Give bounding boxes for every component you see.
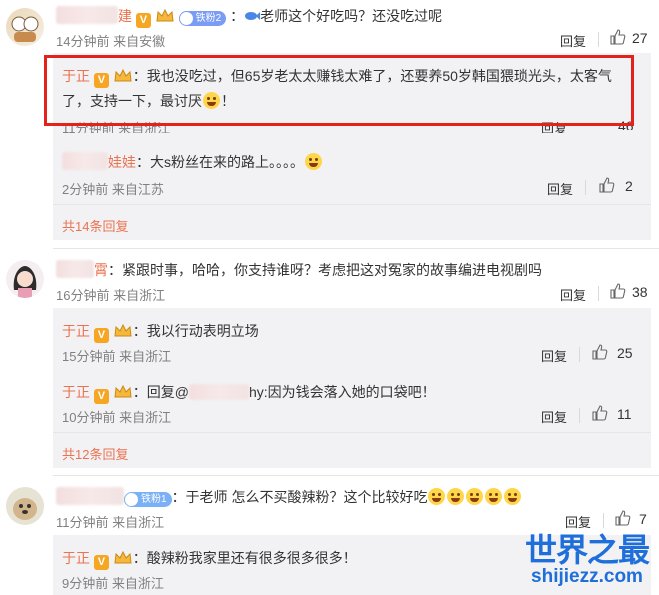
like-count: 11 (617, 406, 632, 422)
highlight-frame (44, 55, 634, 126)
username-blurred[interactable] (56, 487, 124, 505)
avatar-girl (13, 266, 37, 298)
username[interactable]: 建 (118, 8, 132, 24)
username-blurred[interactable] (62, 152, 108, 170)
fish-emoji-icon (244, 9, 261, 21)
username[interactable]: 霄 (94, 262, 108, 278)
avatar[interactable] (6, 260, 44, 298)
fan-level-badge: 铁粉2 (178, 11, 227, 26)
crown-badge-icon (113, 550, 133, 566)
reply-text-prefix: ：回复@ (132, 384, 189, 400)
reply-text: hy:因为钱会落入她的口袋吧！ (249, 384, 436, 400)
cry-emoji-icon (466, 488, 484, 505)
crown-badge-icon (113, 323, 133, 339)
like-icon[interactable] (591, 344, 608, 361)
cry-emoji-icon (447, 488, 465, 505)
reply-button[interactable]: 回复 (565, 512, 591, 531)
cry-emoji-icon (485, 488, 503, 505)
reply-meta: 2分钟前 来自江苏 (62, 182, 164, 197)
reply-meta: 9分钟前 来自浙江 (62, 576, 164, 591)
reply-button[interactable]: 回复 (547, 179, 573, 198)
verified-badge-icon: V (93, 328, 109, 343)
like-count: 25 (617, 345, 633, 361)
like-icon[interactable] (609, 283, 626, 300)
watermark-url: shijiezz.com (531, 566, 643, 587)
like-count: 2 (625, 178, 633, 194)
like-count: 27 (632, 30, 648, 46)
like-icon[interactable] (609, 29, 626, 46)
reply-text: ：酸辣粉我家里还有很多很多很多！ (132, 550, 357, 566)
reply-username[interactable]: 于正 (62, 550, 90, 566)
reply-text: ：我以行动表明立场 (132, 323, 259, 339)
reply-meta: 10分钟前 来自浙江 (62, 410, 172, 425)
username-blurred[interactable] (56, 260, 94, 278)
watermark-title: 世界之最 (524, 531, 650, 569)
like-icon[interactable] (591, 405, 608, 422)
fan-level-badge: 铁粉1 (124, 492, 172, 507)
crown-badge-icon (155, 8, 175, 24)
like-count: 38 (632, 284, 648, 300)
reply-meta: 15分钟前 来自浙江 (62, 349, 172, 364)
like-count: 7 (639, 511, 647, 527)
reply-button[interactable]: 回复 (541, 407, 567, 426)
comment-text: 老师这个好吃吗？还没吃过呢 (260, 8, 443, 24)
like-icon[interactable] (598, 177, 615, 194)
cry-emoji-icon (428, 488, 446, 505)
laugh-emoji-icon (305, 153, 322, 170)
comment-text: ：于老师 怎么不买酸辣粉？这个比较好吃 (171, 489, 428, 505)
like-icon[interactable] (614, 510, 631, 527)
cry-emoji-icon (504, 488, 522, 505)
reply-button[interactable]: 回复 (560, 285, 586, 304)
more-replies-link[interactable]: 共14条回复 (62, 216, 128, 235)
verified-badge-icon: V (93, 555, 109, 570)
username-blurred[interactable] (56, 6, 118, 24)
crown-badge-icon (113, 384, 133, 400)
avatar[interactable] (6, 487, 44, 525)
more-replies-link[interactable]: 共12条回复 (62, 444, 128, 463)
reply-text: ：大s粉丝在来的路上。。。。 (136, 154, 304, 170)
reply-button[interactable]: 回复 (560, 31, 586, 50)
comment-meta: 14分钟前 来自安徽 (56, 34, 166, 49)
avatar-dog (13, 498, 37, 520)
comment-meta: 16分钟前 来自浙江 (56, 288, 166, 303)
reply-username[interactable]: 于正 (62, 384, 90, 400)
reply-button[interactable]: 回复 (541, 346, 567, 365)
avatar-figures (11, 16, 39, 42)
comment-text: ：紧跟时事，哈哈，你支持谁呀？考虑把这对冤家的故事编进电视剧吗 (108, 262, 542, 278)
mention-blurred[interactable] (189, 384, 249, 400)
reply-username[interactable]: 娃娃 (108, 154, 136, 170)
watermark: 世界之最 shijiezz.com (524, 531, 650, 587)
comment-meta: 11分钟前 来自浙江 (56, 515, 165, 530)
reply-username[interactable]: 于正 (62, 323, 90, 339)
verified-badge-icon: V (135, 13, 151, 28)
avatar[interactable] (6, 8, 44, 46)
verified-badge-icon: V (93, 389, 109, 404)
